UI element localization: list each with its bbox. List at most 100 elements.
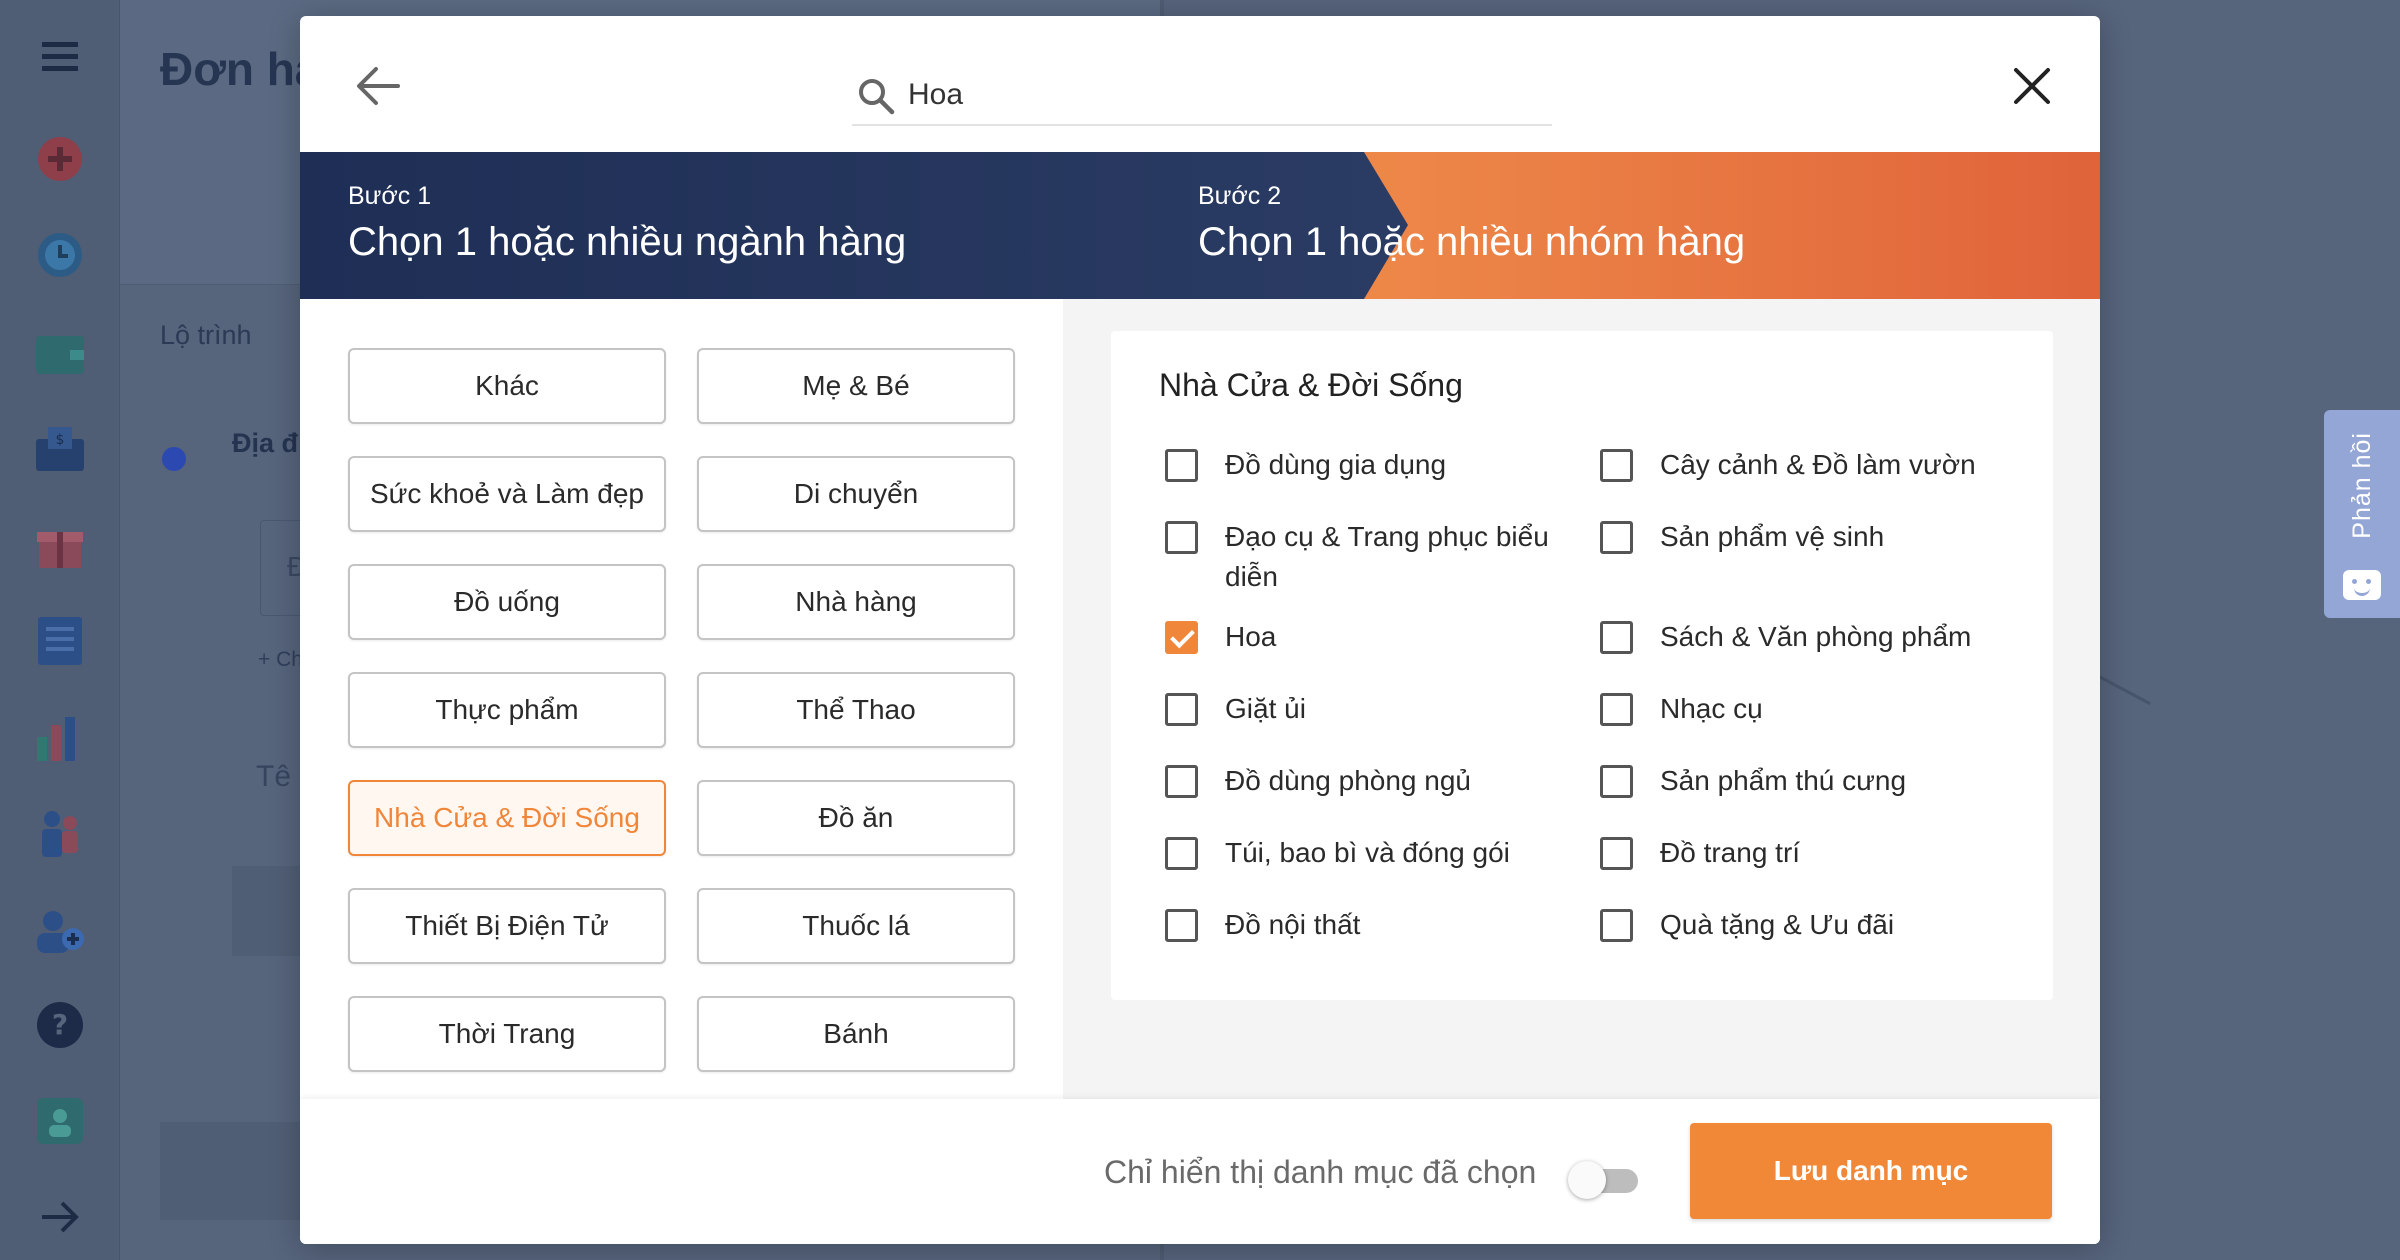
group-checkbox-item[interactable]: Đồ nội thất	[1165, 909, 1565, 945]
arrow-right-icon[interactable]	[33, 1190, 87, 1244]
people-icon[interactable]	[33, 806, 87, 860]
search-box	[852, 66, 1552, 126]
help-icon[interactable]: ?	[33, 998, 87, 1052]
arrow-left-icon	[357, 67, 400, 105]
search-input[interactable]	[908, 72, 1538, 118]
checkbox-label: Đồ nội thất	[1225, 909, 1361, 940]
group-checkbox-item[interactable]: Sản phẩm vệ sinh	[1600, 521, 2020, 557]
background-route-dot	[162, 447, 186, 471]
checkbox-label: Túi, bao bì và đóng gói	[1225, 837, 1510, 868]
checkbox-icon[interactable]	[1165, 765, 1198, 798]
category-button[interactable]: Thời Trang	[348, 996, 666, 1072]
background-page-title: Đơn hà	[160, 43, 321, 95]
show-selected-toggle[interactable]	[1568, 1161, 1638, 1199]
menu-icon[interactable]	[33, 30, 87, 84]
step-1-subtitle: Bước 1	[348, 182, 432, 210]
toggle-knob	[1568, 1161, 1606, 1199]
save-category-button[interactable]: Lưu danh mục	[1690, 1123, 2052, 1219]
group-card: Nhà Cửa & Đời Sống Đồ dùng gia dụng Cây c…	[1111, 331, 2053, 1000]
chat-smile-icon	[2343, 570, 2381, 600]
checkbox-icon[interactable]	[1165, 909, 1198, 942]
checkbox-label: Đồ dùng phòng ngủ	[1225, 765, 1471, 796]
svg-text:?: ?	[52, 1008, 68, 1041]
checkbox-label: Sản phẩm vệ sinh	[1660, 521, 1885, 552]
feedback-tab[interactable]: Phản hồi	[2324, 410, 2400, 618]
step-2-title: Chọn 1 hoặc nhiều nhóm hàng	[1198, 220, 1746, 264]
group-checkbox-item[interactable]: Đồ dùng phòng ngủ	[1165, 765, 1565, 801]
report-icon[interactable]	[33, 614, 87, 668]
category-button[interactable]: Bánh	[697, 996, 1015, 1072]
checkbox-label: Sản phẩm thú cưng	[1660, 765, 1907, 796]
group-checkbox-item[interactable]: Quà tặng & Ưu đãi	[1600, 909, 2020, 945]
category-button[interactable]: Thực phẩm	[348, 672, 666, 748]
group-checkbox-item[interactable]: Giặt ủi	[1165, 693, 1565, 729]
group-checkbox-item[interactable]: Túi, bao bì và đóng gói	[1165, 837, 1565, 873]
group-checkbox-item[interactable]: Hoa	[1165, 621, 1565, 657]
category-button[interactable]: Sức khoẻ và Làm đẹp	[348, 456, 666, 532]
background-field-hint: + Ch	[258, 648, 303, 671]
group-checkbox-item[interactable]: Đạo cụ & Trang phục biểu diễn	[1165, 521, 1565, 597]
category-list: Khác Mẹ & Bé Sức khoẻ và Làm đẹp Di chuyển Đ…	[300, 299, 1063, 1099]
checkbox-icon[interactable]	[1165, 449, 1198, 482]
checkbox-checked-icon[interactable]	[1165, 621, 1198, 654]
checkbox-label: Hoa	[1225, 621, 1277, 652]
checkbox-icon[interactable]	[1600, 621, 1633, 654]
checkbox-label: Sách & Văn phòng phẩm	[1660, 621, 1972, 652]
clock-icon[interactable]	[33, 228, 87, 282]
checkbox-icon[interactable]	[1165, 521, 1198, 554]
category-button[interactable]: Mẹ & Bé	[697, 348, 1015, 424]
group-panel: Nhà Cửa & Đời Sống Đồ dùng gia dụng Cây c…	[1063, 299, 2100, 1099]
step-2-subtitle: Bước 2	[1198, 182, 1282, 210]
modal-header	[300, 16, 2100, 152]
checkbox-icon[interactable]	[1600, 693, 1633, 726]
group-title: Nhà Cửa & Đời Sống	[1159, 367, 1463, 403]
back-button[interactable]	[352, 60, 404, 112]
category-button[interactable]: Thuốc lá	[697, 888, 1015, 964]
money-icon[interactable]: $	[33, 422, 87, 476]
steps-banner: Bước 1 Chọn 1 hoặc nhiều ngành hàng Bước…	[300, 152, 2100, 299]
add-icon[interactable]	[33, 132, 87, 186]
sidebar: $ ?	[0, 0, 120, 1260]
group-checkbox-item[interactable]: Đồ trang trí	[1600, 837, 2020, 873]
search-icon	[859, 79, 895, 115]
checkbox-icon[interactable]	[1600, 521, 1633, 554]
category-button[interactable]: Thể Thao	[697, 672, 1015, 748]
group-checkbox-item[interactable]: Cây cảnh & Đồ làm vườn	[1600, 449, 2020, 485]
background-name-label: Tê	[256, 760, 292, 793]
background-route-label: Lộ trình	[160, 320, 252, 350]
gift-icon[interactable]	[33, 518, 87, 572]
group-checkbox-item[interactable]: Sản phẩm thú cưng	[1600, 765, 2020, 801]
category-button[interactable]: Đồ uống	[348, 564, 666, 640]
group-checkbox-item[interactable]: Sách & Văn phòng phẩm	[1600, 621, 2020, 657]
feedback-label: Phản hồi	[2347, 432, 2376, 539]
category-modal: Bước 1 Chọn 1 hoặc nhiều ngành hàng Bước…	[300, 16, 2100, 1244]
group-checkbox-item[interactable]: Nhạc cụ	[1600, 693, 2020, 729]
checkbox-icon[interactable]	[1600, 909, 1633, 942]
category-button[interactable]: Di chuyển	[697, 456, 1015, 532]
badge-icon[interactable]	[33, 1094, 87, 1148]
checkbox-icon[interactable]	[1600, 837, 1633, 870]
checkbox-icon[interactable]	[1600, 765, 1633, 798]
checkbox-label: Cây cảnh & Đồ làm vườn	[1660, 449, 1976, 480]
checkbox-label: Giặt ủi	[1225, 693, 1306, 724]
checkbox-label: Đồ trang trí	[1660, 837, 1801, 868]
checkbox-icon[interactable]	[1600, 449, 1633, 482]
category-button[interactable]: Nhà hàng	[697, 564, 1015, 640]
step-1-title: Chọn 1 hoặc nhiều ngành hàng	[348, 220, 907, 264]
add-user-icon[interactable]	[33, 904, 87, 958]
group-checkbox-item[interactable]: Đồ dùng gia dụng	[1165, 449, 1565, 485]
chart-icon[interactable]	[33, 712, 87, 766]
checkbox-label: Quà tặng & Ưu đãi	[1660, 909, 1895, 940]
checkbox-icon[interactable]	[1165, 837, 1198, 870]
close-button[interactable]	[2006, 60, 2058, 112]
category-button[interactable]: Khác	[348, 348, 666, 424]
checkbox-label: Đạo cụ & Trang phục biểu diễn	[1225, 521, 1549, 592]
category-button[interactable]: Nhà Cửa & Đời Sống	[348, 780, 666, 856]
modal-footer: Chỉ hiển thị danh mục đã chọn Lưu danh m…	[300, 1099, 2100, 1244]
checkbox-icon[interactable]	[1165, 693, 1198, 726]
wallet-icon[interactable]	[33, 326, 87, 380]
close-icon	[2014, 68, 2050, 104]
category-button[interactable]: Đồ ăn	[697, 780, 1015, 856]
category-button[interactable]: Thiết Bị Điện Tử	[348, 888, 666, 964]
background-address-label: Địa đ	[232, 428, 299, 458]
